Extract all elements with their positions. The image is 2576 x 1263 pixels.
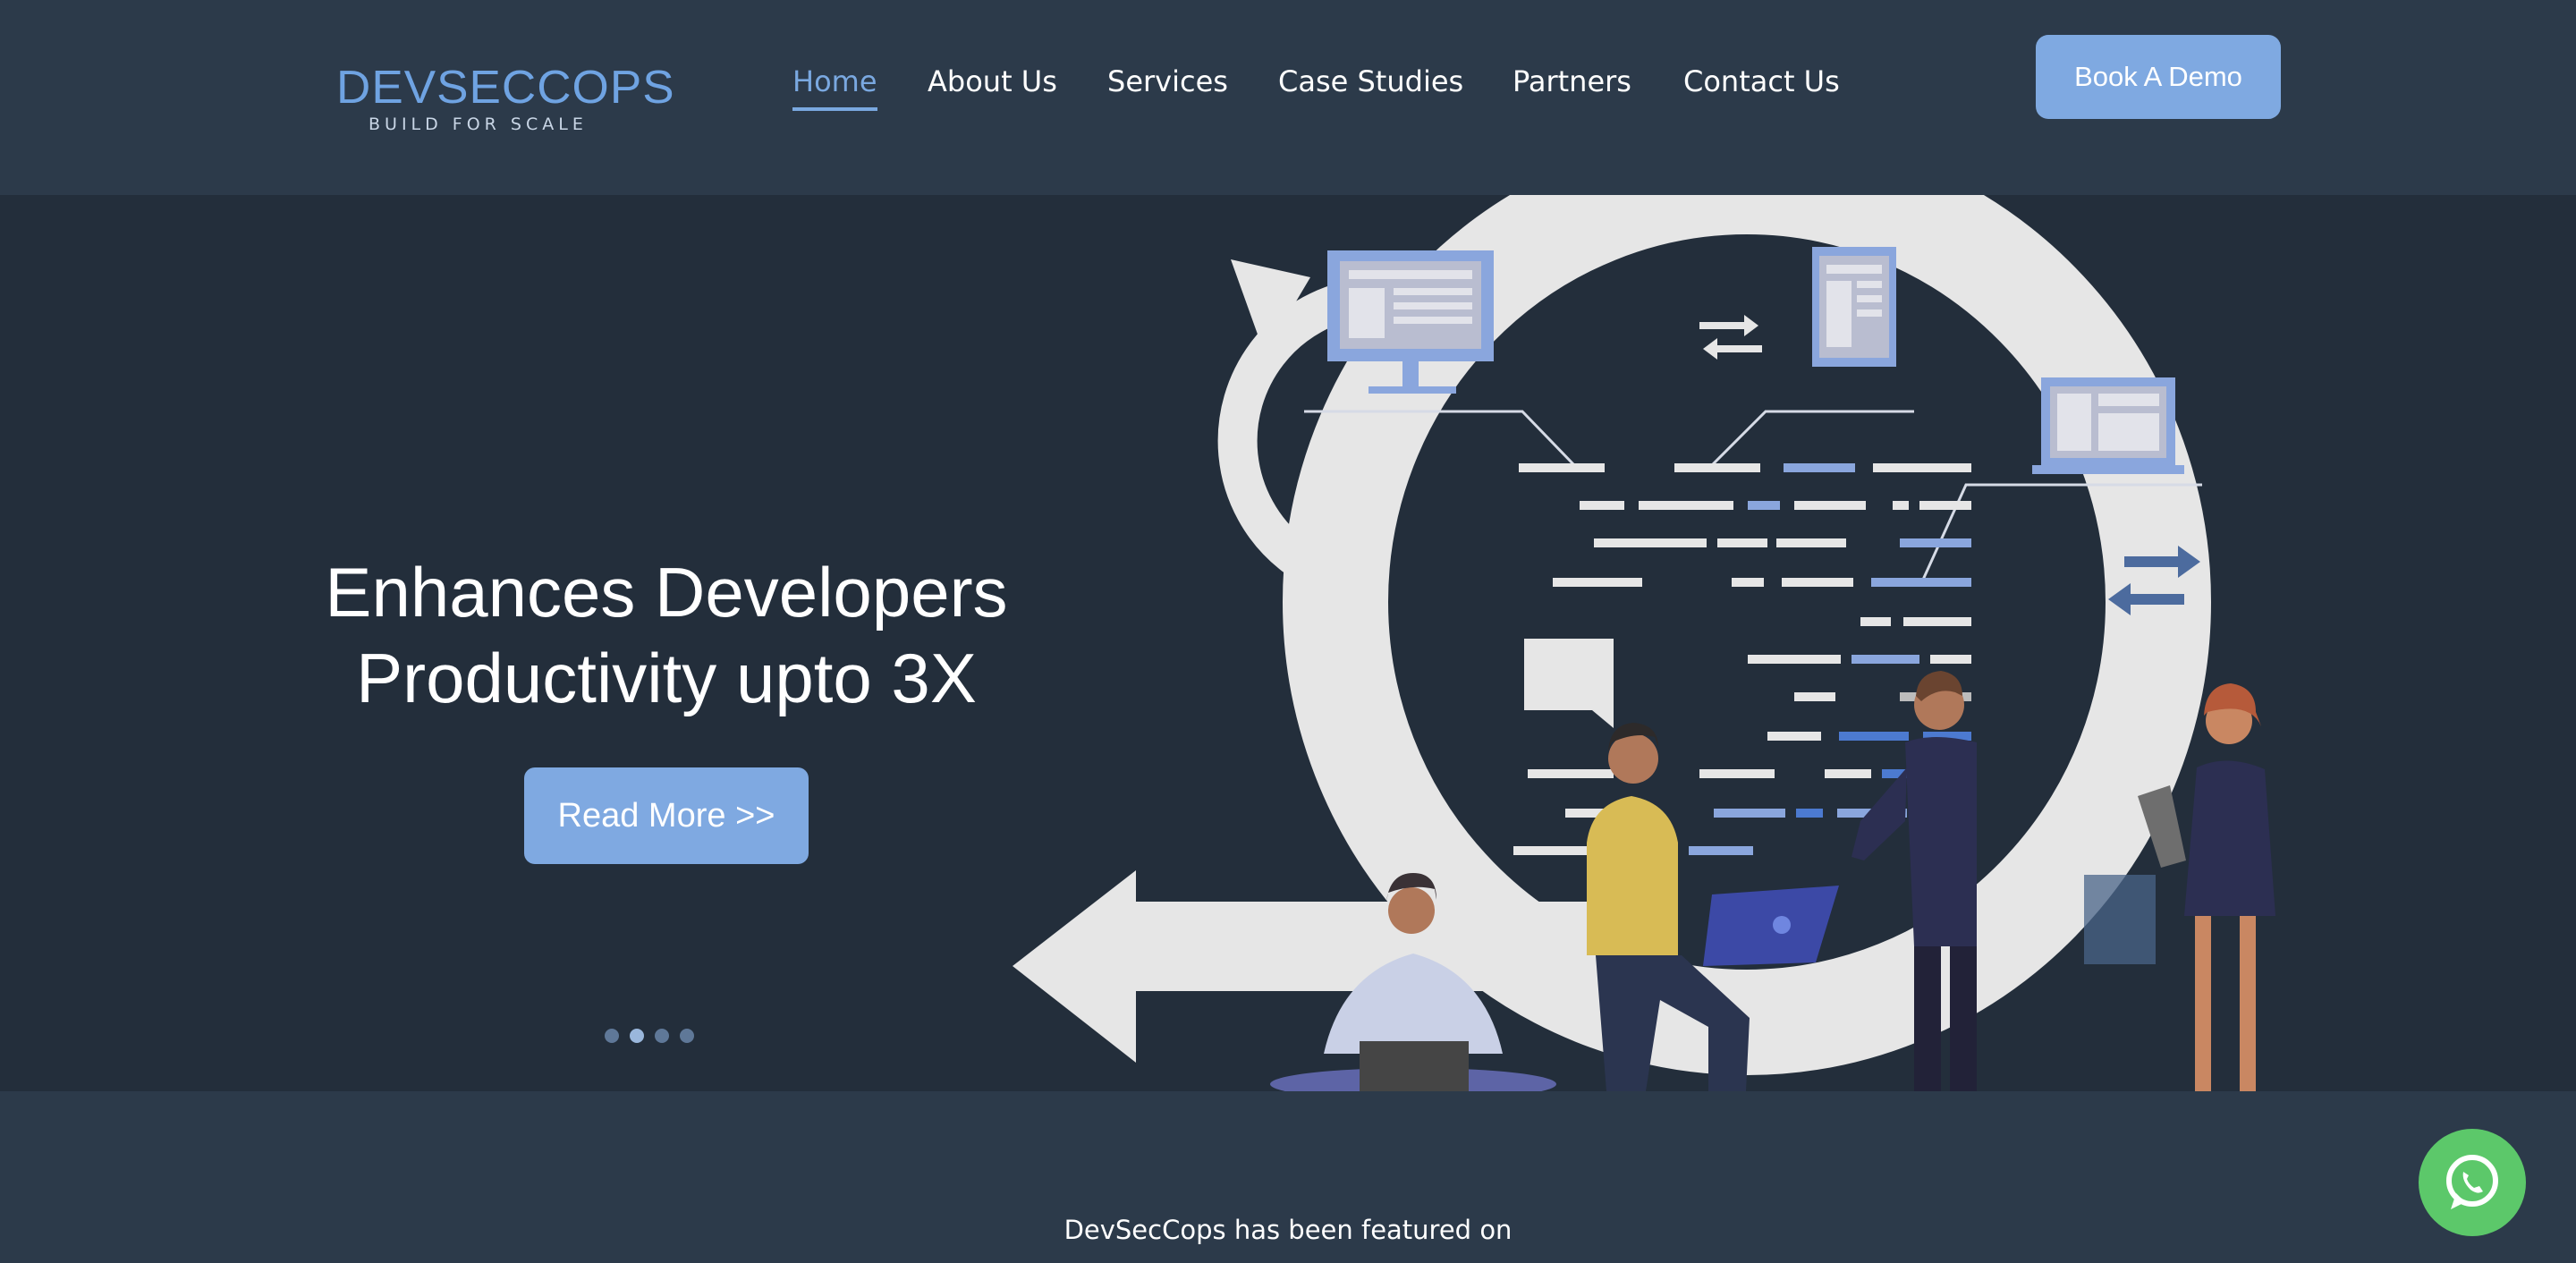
nav-services[interactable]: Services [1107, 64, 1228, 98]
logo-tagline: BUILD FOR SCALE [369, 114, 588, 134]
nav-home-label: Home [792, 64, 877, 98]
nav-partners[interactable]: Partners [1513, 64, 1631, 98]
laptop-icon [2032, 377, 2184, 474]
whatsapp-icon [2446, 1155, 2498, 1209]
hero-slider: Enhances Developers Productivity upto 3X… [0, 195, 2576, 1091]
slider-dot-2[interactable] [630, 1029, 644, 1043]
featured-section: DevSecCops has been featured on [0, 1091, 2576, 1263]
slider-dot-4[interactable] [680, 1029, 694, 1043]
nav-case-studies[interactable]: Case Studies [1278, 64, 1463, 98]
document-icon [1812, 247, 1896, 367]
devops-cycle-illustration [1013, 195, 2275, 1091]
headline-line-2: Productivity upto 3X [356, 639, 977, 717]
left-arrow-head [1013, 870, 1136, 1063]
nav-home[interactable]: Home [792, 64, 877, 111]
hero-headline: Enhances Developers Productivity upto 3X [268, 549, 1064, 721]
logo[interactable]: DEVSECCOPS BUILD FOR SCALE [336, 52, 674, 141]
nav-about-us[interactable]: About Us [928, 64, 1057, 98]
logo-wordmark: DEVSECCOPS [336, 62, 675, 114]
read-more-button[interactable]: Read More >> [524, 767, 809, 864]
book-demo-button[interactable]: Book A Demo [2036, 35, 2281, 119]
nav-contact-us[interactable]: Contact Us [1683, 64, 1840, 98]
site-header: DEVSECCOPS BUILD FOR SCALE Home About Us… [0, 0, 2576, 195]
featured-on-heading: DevSecCops has been featured on [1063, 1215, 1513, 1245]
headline-line-1: Enhances Developers [325, 553, 1008, 632]
exchange-arrows-icon [1699, 315, 1762, 360]
slider-dot-3[interactable] [655, 1029, 669, 1043]
slider-pagination [605, 1029, 694, 1047]
slider-dot-1[interactable] [605, 1029, 619, 1043]
chat-bubble-icon [1524, 639, 1614, 728]
whatsapp-chat-button[interactable] [2419, 1129, 2526, 1236]
nav-active-underline [792, 107, 877, 111]
